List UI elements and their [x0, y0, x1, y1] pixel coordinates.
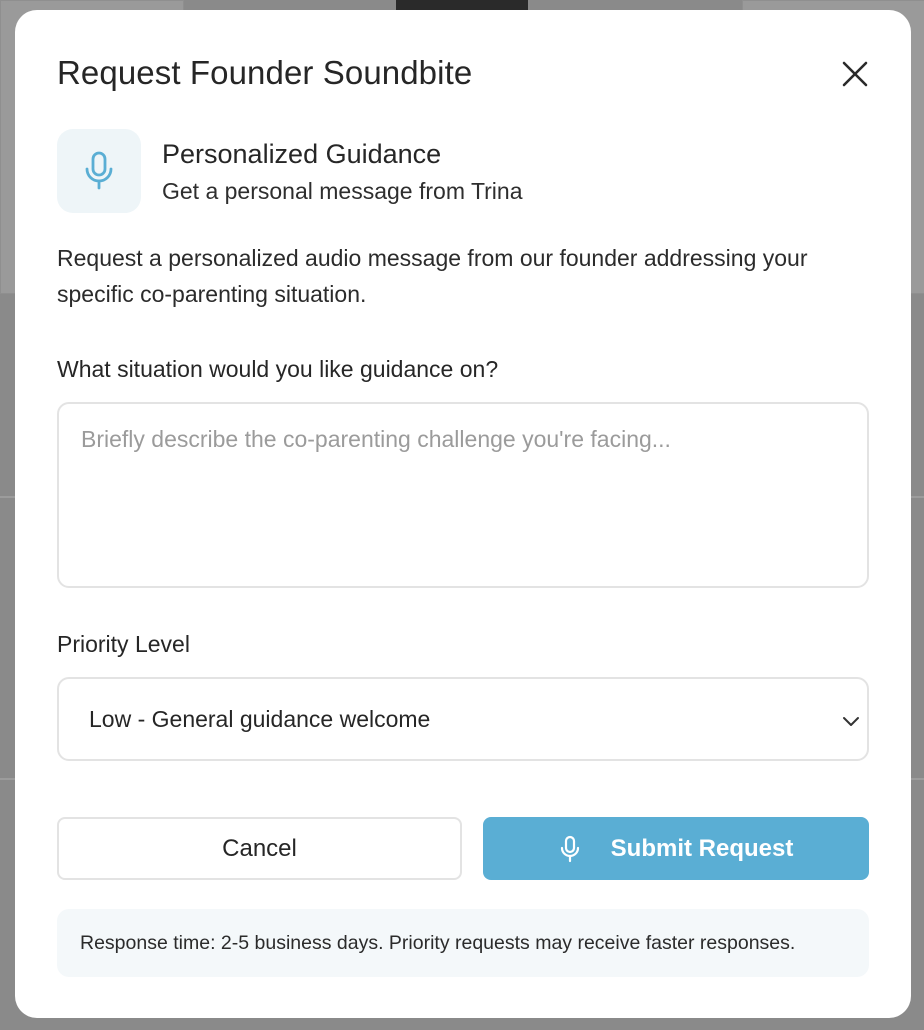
background-divider	[0, 496, 15, 498]
feature-text: Personalized Guidance Get a personal mes…	[162, 129, 523, 207]
priority-label: Priority Level	[57, 631, 190, 657]
priority-selected-value: Low - General guidance welcome	[89, 705, 431, 732]
feature-title: Personalized Guidance	[162, 139, 442, 169]
background-divider	[910, 496, 924, 498]
response-time-info: Response time: 2-5 business days. Priori…	[57, 909, 869, 977]
feature-icon-box	[57, 129, 141, 213]
situation-label: What situation would you like guidance o…	[57, 356, 499, 382]
priority-select[interactable]: Low - General guidance welcome	[57, 677, 869, 761]
submit-request-button[interactable]: Submit Request	[483, 817, 869, 880]
background-divider	[0, 778, 15, 780]
chevron-down-icon	[843, 717, 859, 726]
modal-title: Request Founder Soundbite	[57, 54, 473, 91]
microphone-icon	[559, 835, 581, 863]
feature-header: Personalized Guidance Get a personal mes…	[57, 129, 523, 213]
close-button[interactable]	[839, 58, 871, 90]
feature-subtitle: Get a personal message from Trina	[162, 178, 523, 204]
submit-button-label: Submit Request	[610, 834, 794, 862]
cancel-button[interactable]: Cancel	[57, 817, 462, 880]
close-icon	[842, 61, 868, 87]
cancel-button-label: Cancel	[222, 834, 297, 862]
request-soundbite-modal: Request Founder Soundbite Personalized G…	[15, 10, 911, 1018]
background-divider	[910, 778, 924, 780]
response-time-text: Response time: 2-5 business days. Priori…	[80, 931, 796, 954]
modal-description: Request a personalized audio message fro…	[57, 245, 808, 307]
situation-textarea[interactable]	[57, 402, 869, 588]
microphone-icon	[85, 151, 113, 190]
